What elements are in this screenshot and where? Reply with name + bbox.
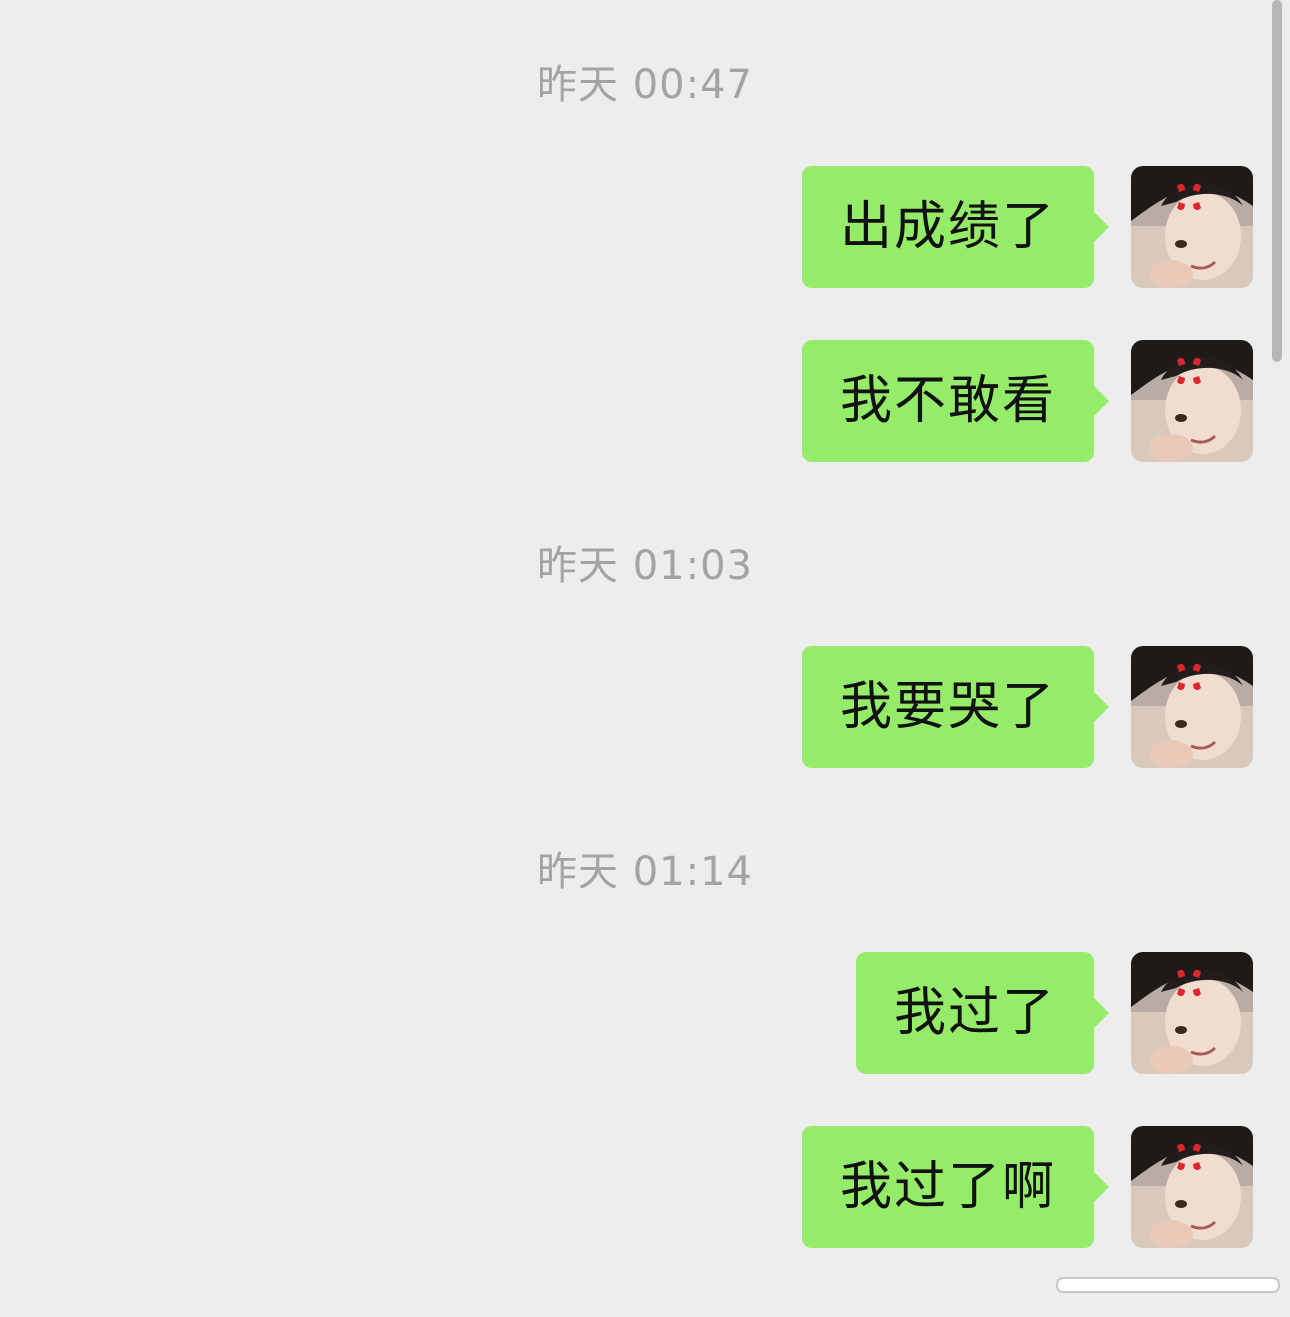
avatar[interactable] (1131, 340, 1253, 462)
timestamp: 昨天 01:14 (537, 849, 753, 895)
avatar[interactable] (1131, 646, 1253, 768)
timestamp: 昨天 00:47 (537, 62, 753, 108)
message-row: 出成绩了 (0, 166, 1290, 290)
message-bubble[interactable]: 我过了啊 (801, 1126, 1110, 1248)
avatar-photo-icon (1131, 646, 1253, 768)
message-row: 我要哭了 (0, 646, 1290, 770)
message-row: 我不敢看 (0, 340, 1290, 464)
avatar-photo-icon (1131, 1126, 1253, 1248)
message-text: 我过了啊 (839, 1157, 1056, 1217)
message-bubble[interactable]: 我不敢看 (801, 340, 1110, 462)
avatar[interactable] (1131, 166, 1253, 288)
avatar-photo-icon (1131, 952, 1253, 1074)
message-text: 我不敢看 (839, 371, 1056, 431)
message-bubble[interactable]: 出成绩了 (801, 166, 1110, 288)
horizontal-scrollbar[interactable] (1056, 1277, 1280, 1293)
avatar[interactable] (1131, 952, 1253, 1074)
message-text: 出成绩了 (839, 197, 1056, 257)
message-bubble[interactable]: 我要哭了 (801, 646, 1110, 768)
message-row: 我过了啊 (0, 1126, 1290, 1250)
avatar[interactable] (1131, 1126, 1253, 1248)
avatar-photo-icon (1131, 340, 1253, 462)
message-row: 我过了 (0, 952, 1290, 1076)
avatar-photo-icon (1131, 166, 1253, 288)
chat-area[interactable]: 昨天 00:47 出成绩了 我不敢看 昨天 01:03 我要哭了 昨天 01:1… (0, 0, 1290, 1317)
message-bubble[interactable]: 我过了 (855, 952, 1110, 1074)
timestamp: 昨天 01:03 (537, 543, 753, 589)
vertical-scrollbar[interactable] (1272, 0, 1282, 362)
vertical-scrollbar-thumb[interactable] (1272, 0, 1282, 362)
message-text: 我过了 (893, 983, 1056, 1043)
message-text: 我要哭了 (839, 677, 1056, 737)
